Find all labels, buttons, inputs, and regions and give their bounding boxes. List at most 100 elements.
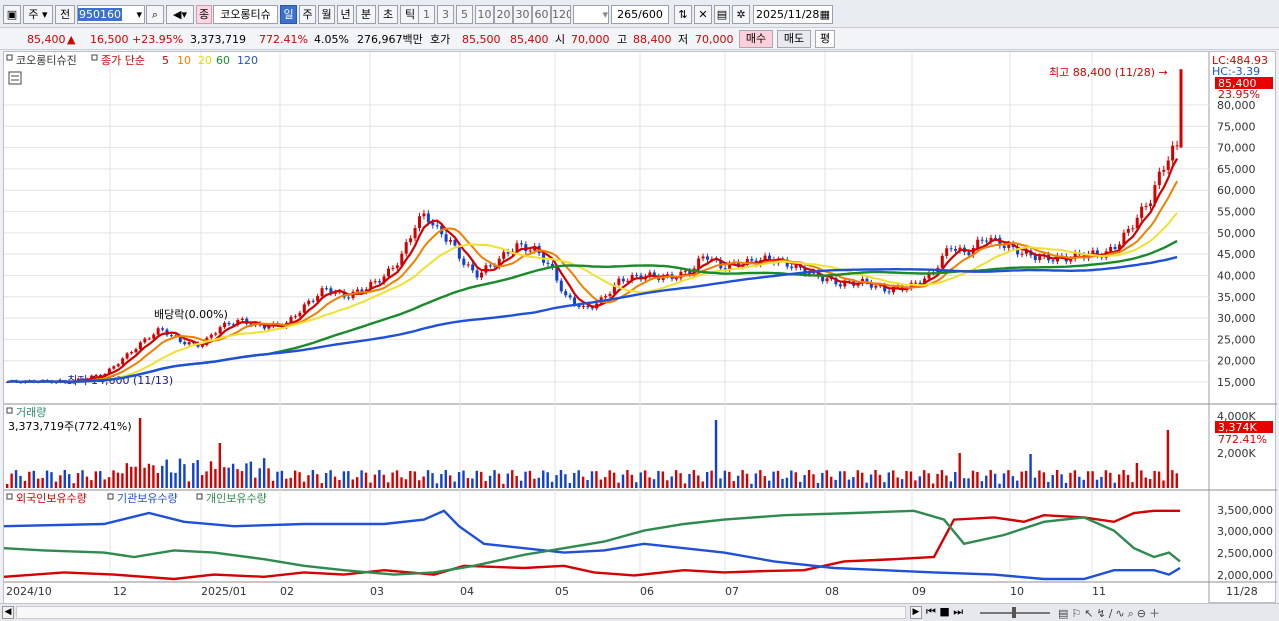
minute-3-button[interactable]: 3 bbox=[437, 5, 454, 24]
candle-body bbox=[218, 327, 222, 334]
candle-body bbox=[449, 239, 453, 242]
volume-bar bbox=[555, 475, 558, 488]
price-ytick: 55,000 bbox=[1217, 206, 1256, 219]
volume-bar bbox=[577, 470, 580, 488]
candle-body bbox=[1140, 206, 1144, 218]
volume-bar bbox=[931, 483, 935, 488]
minute-1-button[interactable]: 1 bbox=[418, 5, 435, 24]
candle-body bbox=[750, 259, 754, 261]
candle-body bbox=[1020, 253, 1024, 255]
count-field[interactable]: 265/600 bbox=[611, 5, 669, 24]
volume-bar bbox=[985, 475, 988, 488]
ma-legend-5: 5 bbox=[162, 54, 169, 67]
gear-icon[interactable]: ✲ bbox=[732, 5, 750, 24]
zoom-slider-thumb[interactable] bbox=[1012, 607, 1016, 618]
volume-bar bbox=[599, 479, 603, 488]
x-label-10: 10 bbox=[1010, 585, 1024, 598]
period-second-button[interactable]: 초 bbox=[378, 5, 398, 24]
period-year-button[interactable]: 년 bbox=[337, 5, 354, 24]
volume-bar bbox=[586, 479, 589, 488]
period-month-button[interactable]: 월 bbox=[318, 5, 335, 24]
volume-bar bbox=[338, 480, 341, 488]
volume-bar bbox=[497, 473, 501, 488]
date-field[interactable]: 2025/11/28 ▦ bbox=[753, 5, 833, 24]
minute-20-button[interactable]: 20 bbox=[494, 5, 513, 24]
volume-bar bbox=[267, 468, 270, 488]
volume-bar bbox=[528, 470, 532, 488]
volume-bar bbox=[883, 482, 886, 488]
count-max: /600 bbox=[638, 8, 663, 21]
window-icon[interactable]: ▣ bbox=[3, 5, 21, 24]
high-annotation: 최고 88,400 (11/28) → bbox=[1049, 66, 1168, 79]
volume-bar bbox=[409, 471, 412, 488]
candle-body bbox=[1162, 169, 1166, 172]
volume-bar bbox=[81, 470, 84, 488]
candle-body bbox=[1171, 145, 1175, 161]
minute-10-button[interactable]: 10 bbox=[475, 5, 494, 24]
volume-bar bbox=[998, 483, 1001, 488]
volume-bar bbox=[147, 463, 151, 488]
period-day-button[interactable]: 일 bbox=[280, 5, 297, 24]
sell-button[interactable]: 매도 bbox=[777, 30, 811, 48]
market-type-select[interactable]: 주 ▾ bbox=[23, 5, 53, 24]
search-icon[interactable]: ⌕ bbox=[146, 5, 164, 24]
volume-bar bbox=[816, 482, 820, 488]
candle-body bbox=[683, 270, 687, 272]
horizontal-scrollbar[interactable] bbox=[16, 606, 906, 619]
volume-bar bbox=[887, 472, 891, 488]
volume-bar bbox=[604, 477, 607, 488]
scroll-right-button[interactable]: ▶ bbox=[910, 606, 922, 619]
volume-bar bbox=[254, 477, 257, 488]
open-price: 70,000 bbox=[571, 33, 610, 46]
volume-bar bbox=[431, 473, 434, 488]
price-ytick: 75,000 bbox=[1217, 120, 1256, 133]
candle-body bbox=[422, 213, 426, 217]
volume-bar bbox=[187, 481, 191, 488]
x-label-2025-01: 2025/01 bbox=[201, 585, 247, 598]
volume-bar bbox=[736, 475, 740, 488]
volume-bar bbox=[1055, 470, 1059, 488]
volume-bar bbox=[573, 472, 576, 488]
stock-code-input[interactable]: 950160 ▾ bbox=[77, 5, 145, 24]
volume-bar bbox=[559, 470, 563, 488]
minute-30-button[interactable]: 30 bbox=[513, 5, 532, 24]
scroll-left-button[interactable]: ◀ bbox=[2, 606, 14, 619]
volume-bar bbox=[723, 470, 727, 488]
volume-bar bbox=[754, 473, 758, 488]
speaker-icon[interactable]: ◀▾ bbox=[166, 5, 194, 24]
candle-body bbox=[821, 276, 825, 282]
volume-bar bbox=[236, 469, 239, 488]
buy-button[interactable]: 매수 bbox=[739, 30, 773, 48]
volume-bar bbox=[298, 472, 301, 488]
volume-bar bbox=[94, 471, 98, 488]
volume-bar bbox=[989, 470, 992, 488]
volume-bar bbox=[710, 470, 713, 488]
minute-5-button[interactable]: 5 bbox=[456, 5, 473, 24]
chart-area[interactable]: 코오롱티슈진 종가 단순 5 10 20 60 120 LC:484.93 HC… bbox=[3, 51, 1277, 604]
grid-toggle-icon[interactable] bbox=[8, 71, 22, 85]
candle-body bbox=[1131, 228, 1135, 230]
save-icon[interactable]: ▤ bbox=[714, 5, 730, 24]
volume-bar bbox=[847, 479, 851, 488]
volume-bar bbox=[962, 478, 966, 488]
volume-bar bbox=[533, 478, 536, 488]
calendar-icon[interactable]: ▦ bbox=[820, 6, 830, 23]
period-minute-button[interactable]: 분 bbox=[356, 5, 376, 24]
drawing-tools[interactable]: ▤⚐↖↯∕∿⌕⊖＋ bbox=[1058, 605, 1163, 621]
minute-120-button[interactable]: 120 bbox=[551, 5, 571, 24]
minute-60-button[interactable]: 60 bbox=[532, 5, 551, 24]
candle-body bbox=[134, 349, 138, 353]
period-tick-button[interactable]: 틱 bbox=[400, 5, 420, 24]
playback-controls[interactable]: ⏮ ■ ⏭ bbox=[926, 605, 963, 619]
volume-panel-value: 3,373,719주(772.41%) bbox=[8, 420, 132, 433]
settings-compare-icon[interactable]: ⇅ bbox=[674, 5, 692, 24]
chart-canvas[interactable]: 코오롱티슈진 종가 단순 5 10 20 60 120 LC:484.93 HC… bbox=[4, 52, 1277, 604]
prev-button[interactable]: 전 bbox=[55, 5, 75, 24]
jong-button[interactable]: 종 bbox=[196, 5, 212, 24]
stock-name-field[interactable]: 코오롱티슈 bbox=[213, 5, 278, 24]
crosshair-icon[interactable]: ✕ bbox=[694, 5, 712, 24]
x-label-09: 09 bbox=[912, 585, 926, 598]
avg-button[interactable]: 평 bbox=[815, 30, 835, 48]
period-week-button[interactable]: 주 bbox=[299, 5, 316, 24]
interval-select[interactable]: ▾ bbox=[573, 5, 609, 24]
